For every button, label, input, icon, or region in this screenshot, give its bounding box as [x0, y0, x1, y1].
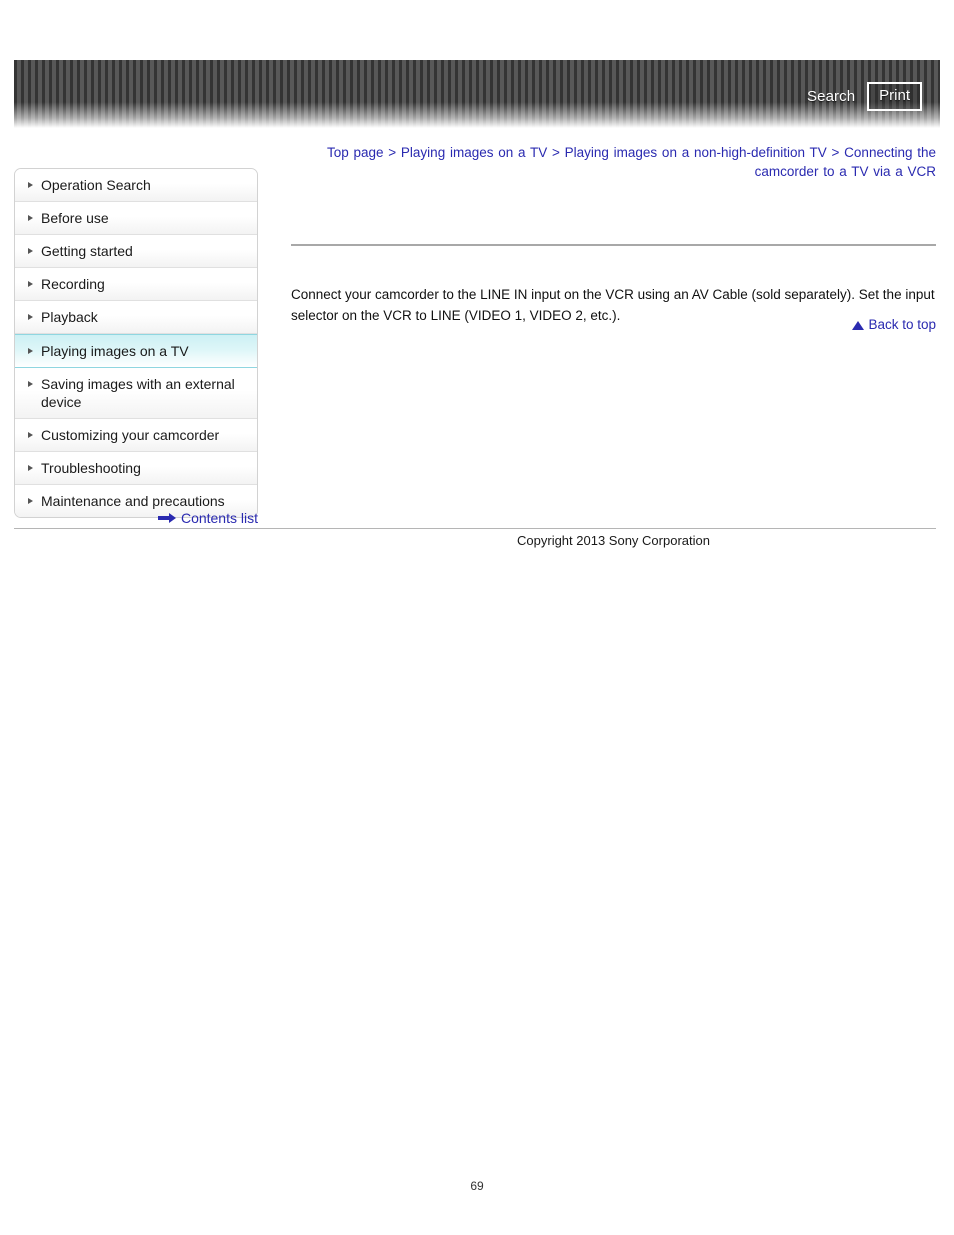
sidebar-item-label: Customizing your camcorder: [41, 427, 220, 443]
sidebar-item-label: Operation Search: [41, 177, 151, 193]
footer-divider: [14, 528, 936, 529]
breadcrumb[interactable]: Top page > Playing images on a TV > Play…: [290, 143, 936, 181]
sidebar-item-label: Before use: [41, 210, 109, 226]
back-to-top-link[interactable]: Back to top: [868, 316, 936, 334]
triangle-right-icon: [28, 215, 33, 221]
header-banner: Search Print: [14, 60, 940, 128]
triangle-right-icon: [28, 248, 33, 254]
sidebar-item-label: Getting started: [41, 243, 133, 259]
print-button[interactable]: Print: [867, 82, 922, 111]
triangle-right-icon: [28, 465, 33, 471]
sidebar-item-label: Playback: [41, 309, 98, 325]
content-divider: [291, 244, 936, 246]
sidebar-item-playing-images-on-a-tv[interactable]: Playing images on a TV: [15, 334, 257, 368]
triangle-right-icon: [28, 498, 33, 504]
triangle-right-icon: [28, 381, 33, 387]
page-number: 69: [470, 1179, 484, 1193]
arrow-right-icon: [157, 513, 176, 523]
triangle-right-icon: [28, 348, 33, 354]
sidebar-item-recording[interactable]: Recording: [15, 268, 257, 301]
back-to-top-row[interactable]: Back to top: [291, 316, 936, 334]
triangle-right-icon: [28, 182, 33, 188]
triangle-right-icon: [28, 432, 33, 438]
header-actions: Search Print: [807, 82, 922, 111]
sidebar-nav: Operation Search Before use Getting star…: [14, 168, 258, 518]
sidebar-item-label: Recording: [41, 276, 105, 292]
sidebar-item-label: Maintenance and precautions: [41, 493, 225, 509]
triangle-right-icon: [28, 314, 33, 320]
sidebar-item-saving-images-external-device[interactable]: Saving images with an external device: [15, 368, 257, 419]
contents-list-row[interactable]: Contents list: [14, 509, 258, 527]
sidebar-item-playback[interactable]: Playback: [15, 301, 257, 334]
sidebar-item-getting-started[interactable]: Getting started: [15, 235, 257, 268]
contents-list-link[interactable]: Contents list: [181, 509, 258, 527]
sidebar-item-operation-search[interactable]: Operation Search: [15, 169, 257, 202]
sidebar-item-label: Saving images with an external device: [41, 376, 235, 410]
sidebar-item-label: Troubleshooting: [41, 460, 141, 476]
sidebar-item-troubleshooting[interactable]: Troubleshooting: [15, 452, 257, 485]
sidebar-item-label: Playing images on a TV: [41, 343, 189, 359]
triangle-right-icon: [28, 281, 33, 287]
search-link[interactable]: Search: [807, 88, 855, 106]
sidebar-item-customizing-your-camcorder[interactable]: Customizing your camcorder: [15, 419, 257, 452]
sidebar-item-before-use[interactable]: Before use: [15, 202, 257, 235]
copyright-text: Copyright 2013 Sony Corporation: [517, 533, 710, 548]
triangle-up-icon: [852, 320, 865, 330]
